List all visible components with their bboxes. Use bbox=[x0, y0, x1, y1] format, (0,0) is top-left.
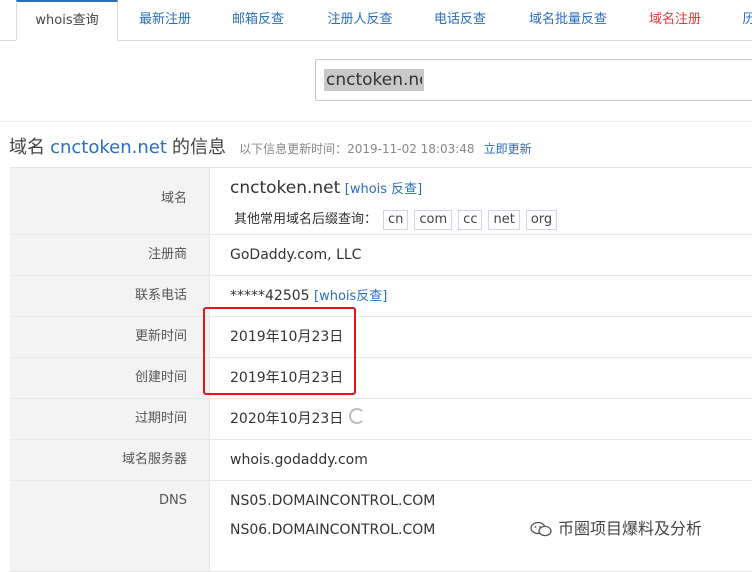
suffix-cn[interactable]: cn bbox=[383, 210, 409, 230]
loading-icon bbox=[349, 408, 366, 424]
registrar-value: GoDaddy.com, LLC bbox=[230, 247, 362, 263]
search-box bbox=[315, 59, 752, 101]
suffix-cc[interactable]: cc bbox=[458, 210, 483, 230]
row-key: 域名 bbox=[10, 168, 210, 234]
tab-email-reverse[interactable]: 邮箱反查 bbox=[222, 0, 294, 40]
suffix-net[interactable]: net bbox=[488, 210, 520, 230]
watermark-text: 币圈项目爆料及分析 bbox=[558, 519, 703, 538]
search-input[interactable] bbox=[324, 69, 424, 91]
whois-reverse-link[interactable]: [whois 反查] bbox=[345, 182, 423, 197]
row-key: 联系电话 bbox=[10, 276, 210, 316]
row-key: DNS bbox=[10, 481, 210, 571]
row-phone: 联系电话 *****42505 [whois反查] bbox=[10, 276, 752, 317]
tab-whois-query[interactable]: whois查询 bbox=[16, 0, 118, 41]
row-updated: 更新时间 2019年10月23日 bbox=[10, 317, 752, 358]
phone-value: *****42505 bbox=[230, 288, 310, 304]
nav-tabs: whois查询 最新注册 邮箱反查 注册人反查 电话反查 域名批量反查 域名注册… bbox=[0, 0, 752, 41]
updated-time: 以下信息更新时间：2019-11-02 18:03:48 bbox=[239, 142, 475, 156]
row-key: 创建时间 bbox=[10, 358, 210, 398]
info-header: 域名 cnctoken.net 的信息 以下信息更新时间：2019-11-02 … bbox=[9, 135, 532, 161]
header-prefix: 域名 bbox=[9, 137, 45, 158]
domain-value: cnctoken.net bbox=[230, 178, 341, 198]
whois-table: 域名 cnctoken.net [whois 反查] 其他常用域名后缀查询： cn… bbox=[10, 167, 752, 572]
row-registrar: 注册商 GoDaddy.com, LLC bbox=[10, 235, 752, 276]
tab-domain-register[interactable]: 域名注册 bbox=[640, 0, 710, 40]
row-key: 注册商 bbox=[10, 235, 210, 275]
refresh-link[interactable]: 立即更新 bbox=[484, 142, 532, 156]
header-suffix: 的信息 bbox=[172, 137, 226, 158]
highlight-box bbox=[203, 307, 356, 395]
header-domain[interactable]: cnctoken.net bbox=[50, 137, 167, 158]
watermark: 币圈项目爆料及分析 bbox=[530, 517, 702, 541]
wechat-icon bbox=[530, 521, 552, 537]
expires-value: 2020年10月23日 bbox=[230, 411, 344, 427]
phone-reverse-link[interactable]: [whois反查] bbox=[314, 289, 387, 304]
dns-value-2: NS06.DOMAINCONTROL.COM bbox=[230, 522, 436, 538]
other-suffixes: 其他常用域名后缀查询： cn com cc net org bbox=[234, 208, 558, 230]
row-value: 2020年10月23日 bbox=[230, 399, 366, 439]
row-whois-server: 域名服务器 whois.godaddy.com bbox=[10, 440, 752, 481]
other-suffix-label: 其他常用域名后缀查询： bbox=[234, 212, 378, 227]
row-key: 更新时间 bbox=[10, 317, 210, 357]
search-area bbox=[0, 41, 752, 122]
tab-batch-reverse[interactable]: 域名批量反查 bbox=[520, 0, 616, 40]
row-key: 过期时间 bbox=[10, 399, 210, 439]
row-domain: 域名 cnctoken.net [whois 反查] 其他常用域名后缀查询： cn… bbox=[10, 168, 752, 235]
row-key: 域名服务器 bbox=[10, 440, 210, 480]
row-created: 创建时间 2019年10月23日 bbox=[10, 358, 752, 399]
suffix-org[interactable]: org bbox=[525, 210, 558, 230]
tab-latest-registered[interactable]: 最新注册 bbox=[130, 0, 200, 40]
whois-server-value: whois.godaddy.com bbox=[230, 452, 368, 468]
tab-phone-reverse[interactable]: 电话反查 bbox=[424, 0, 496, 40]
dns-value-1: NS05.DOMAINCONTROL.COM bbox=[230, 493, 436, 509]
tab-registrant-reverse[interactable]: 注册人反查 bbox=[318, 0, 402, 40]
row-expires: 过期时间 2020年10月23日 bbox=[10, 399, 752, 440]
suffix-com[interactable]: com bbox=[414, 210, 453, 230]
tab-history[interactable]: 历 bbox=[734, 0, 752, 40]
row-value: cnctoken.net [whois 反查] bbox=[230, 178, 422, 198]
